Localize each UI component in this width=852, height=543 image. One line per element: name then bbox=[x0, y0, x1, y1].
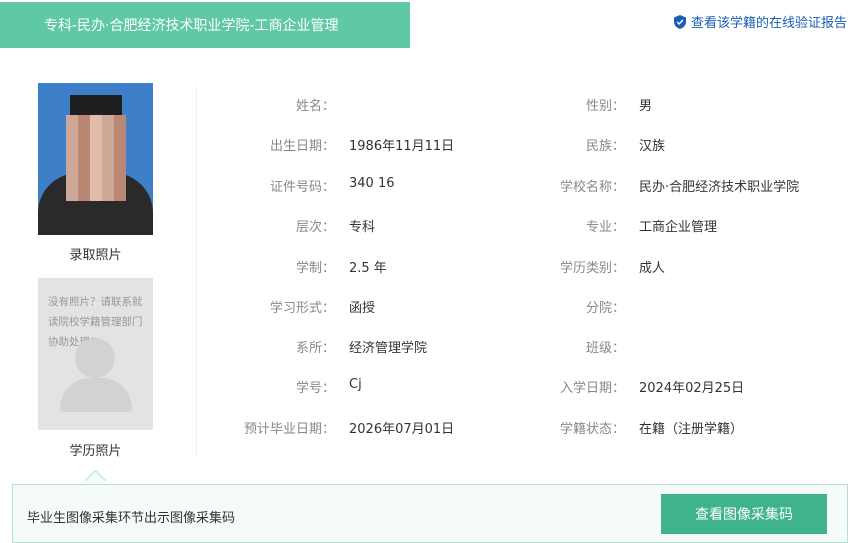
field-label: 姓名： bbox=[295, 99, 335, 114]
admission-photo bbox=[38, 83, 153, 235]
field-value: 1986年11月11日 bbox=[349, 139, 455, 154]
field-label: 系所： bbox=[295, 341, 335, 356]
field-expected-graduation: 预计毕业日期： 2026年07月01日 bbox=[195, 418, 454, 437]
field-label: 学籍状态： bbox=[559, 422, 625, 437]
field-value: 成人 bbox=[639, 261, 666, 276]
field-level: 层次： 专科 bbox=[195, 216, 375, 235]
field-value: 2026年07月01日 bbox=[349, 422, 455, 437]
image-capture-bar: 毕业生图像采集环节出示图像采集码 查看图像采集码 bbox=[12, 484, 848, 543]
field-label: 证件号码： bbox=[269, 180, 335, 195]
field-label: 分院： bbox=[585, 301, 625, 316]
shield-icon bbox=[673, 14, 686, 29]
field-value: 2024年02月25日 bbox=[639, 381, 745, 396]
field-value bbox=[625, 337, 639, 356]
field-class: 班级： bbox=[510, 337, 639, 356]
field-enrollment-date: 入学日期： 2024年02月25日 bbox=[510, 377, 744, 396]
field-label: 入学日期： bbox=[559, 381, 625, 396]
admission-photo-label: 录取照片 bbox=[69, 248, 122, 263]
avatar-body-icon bbox=[60, 378, 132, 412]
field-value: 经济管理学院 bbox=[349, 341, 428, 356]
field-branch: 分院： bbox=[510, 297, 639, 316]
field-label: 学习形式： bbox=[269, 301, 335, 316]
field-school-name: 学校名称： 民办·合肥经济技术职业学院 bbox=[510, 176, 799, 195]
program-title-banner: 专科-民办·合肥经济技术职业学院-工商企业管理 bbox=[0, 2, 410, 48]
field-label: 学校名称： bbox=[559, 180, 625, 195]
field-department: 系所： 经济管理学院 bbox=[195, 337, 427, 356]
field-ethnicity: 民族： 汉族 bbox=[510, 135, 665, 154]
field-label: 预计毕业日期： bbox=[243, 422, 335, 437]
field-value bbox=[625, 297, 639, 316]
field-id-number: 证件号码： 340 16 bbox=[195, 176, 395, 195]
field-major: 专业： 工商企业管理 bbox=[510, 216, 717, 235]
field-name: 姓名： bbox=[195, 95, 349, 114]
field-label: 出生日期： bbox=[269, 139, 335, 154]
field-study-mode: 学习形式： 函授 bbox=[195, 297, 375, 316]
field-value: 函授 bbox=[349, 301, 376, 316]
view-capture-code-button[interactable]: 查看图像采集码 bbox=[661, 494, 827, 534]
field-label: 专业： bbox=[585, 220, 625, 235]
field-gender: 性别： 男 bbox=[510, 95, 652, 114]
field-value: 汉族 bbox=[639, 139, 666, 154]
field-student-id: 学号： Cj bbox=[195, 377, 362, 396]
field-value: 340 16 bbox=[349, 176, 395, 191]
program-title: 专科-民办·合肥经济技术职业学院-工商企业管理 bbox=[44, 18, 339, 34]
verify-link-text: 查看该学籍的在线验证报告 bbox=[690, 16, 847, 31]
photo-pixelated-face bbox=[66, 115, 126, 201]
field-label: 学历类别： bbox=[559, 261, 625, 276]
field-value: Cj bbox=[349, 377, 362, 392]
field-label: 层次： bbox=[295, 220, 335, 235]
field-value: 在籍（注册学籍） bbox=[639, 422, 744, 437]
field-value: 男 bbox=[639, 99, 653, 114]
degree-photo-label: 学历照片 bbox=[69, 444, 122, 459]
field-label: 学号： bbox=[295, 381, 335, 396]
field-duration: 学制： 2.5 年 bbox=[195, 257, 387, 276]
field-birthdate: 出生日期： 1986年11月11日 bbox=[195, 135, 454, 154]
field-education-category: 学历类别： 成人 bbox=[510, 257, 665, 276]
capture-instruction: 毕业生图像采集环节出示图像采集码 bbox=[27, 511, 236, 526]
field-label: 班级： bbox=[585, 341, 625, 356]
field-value: 2.5 年 bbox=[349, 261, 387, 276]
field-label: 学制： bbox=[295, 261, 335, 276]
field-enrollment-status: 学籍状态： 在籍（注册学籍） bbox=[510, 418, 743, 437]
degree-photo-placeholder: 没有照片？请联系就读院校学籍管理部门协助处理！ bbox=[38, 278, 153, 430]
field-value bbox=[335, 95, 349, 114]
field-value: 工商企业管理 bbox=[639, 220, 718, 235]
field-value: 专科 bbox=[349, 220, 376, 235]
verify-report-link[interactable]: 查看该学籍的在线验证报告 bbox=[673, 12, 847, 31]
field-label: 性别： bbox=[585, 99, 625, 114]
field-label: 民族： bbox=[585, 139, 625, 154]
avatar-head-icon bbox=[75, 338, 115, 378]
field-value: 民办·合肥经济技术职业学院 bbox=[639, 180, 800, 195]
